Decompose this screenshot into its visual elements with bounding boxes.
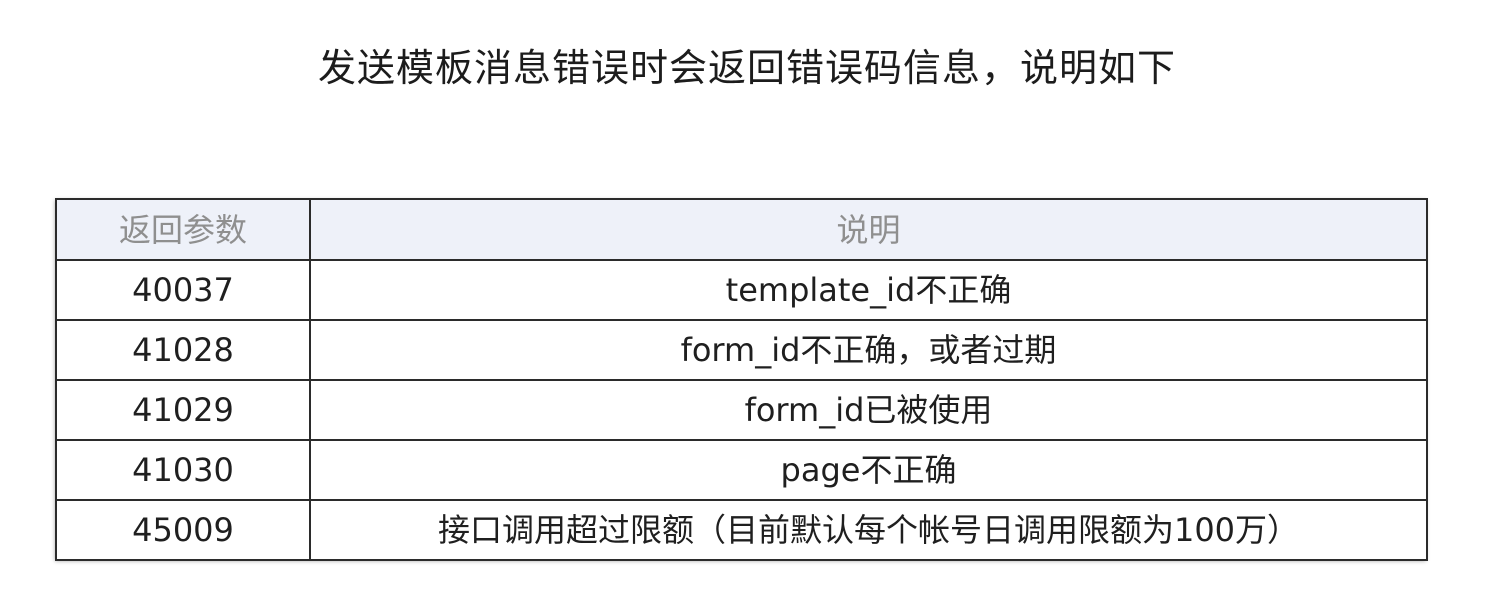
description-cell: page不正确: [309, 439, 1428, 501]
table-row: 40037 template_id不正确: [55, 259, 1428, 321]
error-code-cell: 41029: [55, 379, 311, 441]
error-code-cell: 41030: [55, 439, 311, 501]
header-description: 说明: [309, 198, 1428, 261]
description-cell: 接口调用超过限额（目前默认每个帐号日调用限额为100万）: [309, 499, 1428, 561]
table-row: 41028 form_id不正确，或者过期: [55, 319, 1428, 381]
table-header-row: 返回参数 说明: [55, 198, 1428, 261]
table-row: 41030 page不正确: [55, 439, 1428, 501]
error-code-cell: 45009: [55, 499, 311, 561]
description-cell: form_id已被使用: [309, 379, 1428, 441]
error-code-cell: 40037: [55, 259, 311, 321]
error-code-cell: 41028: [55, 319, 311, 381]
error-code-table: 返回参数 说明 40037 template_id不正确 41028 form_…: [55, 198, 1428, 561]
description-cell: form_id不正确，或者过期: [309, 319, 1428, 381]
table-row: 41029 form_id已被使用: [55, 379, 1428, 441]
description-cell: template_id不正确: [309, 259, 1428, 321]
error-code-table-container: 返回参数 说明 40037 template_id不正确 41028 form_…: [55, 198, 1428, 561]
header-return-param: 返回参数: [55, 198, 311, 261]
page-title: 发送模板消息错误时会返回错误码信息，说明如下: [317, 46, 1176, 90]
table-row: 45009 接口调用超过限额（目前默认每个帐号日调用限额为100万）: [55, 499, 1428, 561]
